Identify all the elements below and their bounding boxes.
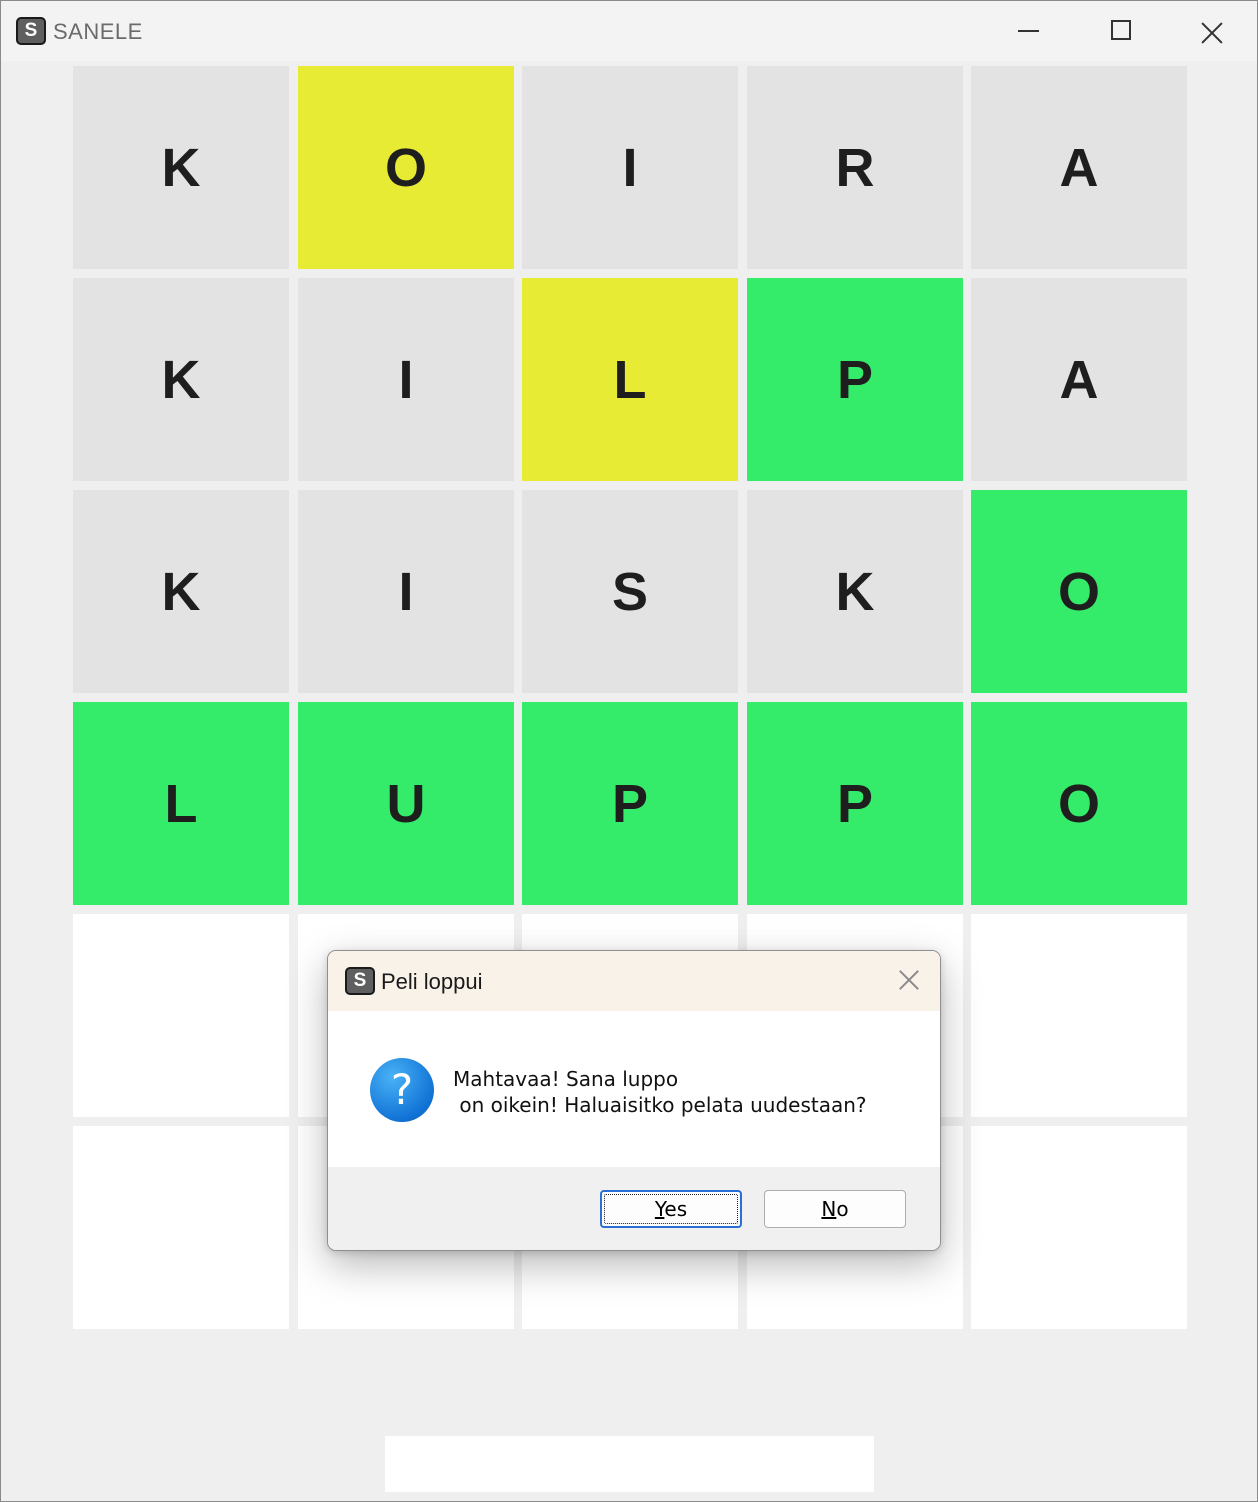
letter-tile: P [747,278,963,481]
letter-tile: U [298,702,514,905]
letter-tile: K [73,490,289,693]
letter-tile: K [73,278,289,481]
letter-tile [971,1126,1187,1329]
letter-tile: I [522,66,738,269]
maximize-icon [1111,20,1131,40]
letter-tile [971,914,1187,1117]
question-icon: ? [370,1058,434,1122]
letter-tile: A [971,278,1187,481]
letter-tile: P [522,702,738,905]
dialog-button-bar: Yes No [328,1167,940,1250]
letter-tile: I [298,490,514,693]
letter-tile: O [298,66,514,269]
close-button[interactable] [1189,11,1235,51]
letter-tile: O [971,490,1187,693]
dialog-title-bar[interactable]: S Peli loppui [328,951,940,1011]
minimize-button[interactable] [1005,11,1051,51]
maximize-button[interactable] [1097,11,1143,51]
dialog-title: Peli loppui [381,969,483,994]
app-icon: S [16,17,46,45]
letter-tile: R [747,66,963,269]
letter-tile: L [73,702,289,905]
no-label-rest: o [836,1197,849,1221]
minimize-icon [1018,30,1039,32]
no-mnemonic: N [821,1197,837,1221]
letter-tile: P [747,702,963,905]
game-over-dialog: S Peli loppui ? Mahtavaa! Sana luppo on … [327,950,941,1251]
window-title: SANELE [53,19,143,44]
game-window: S SANELE KOIRAKILPAKISKOLUPPO [0,0,1258,1502]
letter-tile [73,914,289,1117]
letter-tile [73,1126,289,1329]
letter-tile: L [522,278,738,481]
dialog-message: Mahtavaa! Sana luppo on oikein! Haluaisi… [453,1067,867,1117]
letter-tile: K [747,490,963,693]
letter-tile: I [298,278,514,481]
letter-tile: A [971,66,1187,269]
letter-tile: O [971,702,1187,905]
dialog-close-button[interactable] [894,965,924,995]
letter-tile: S [522,490,738,693]
dialog-app-icon: S [345,967,375,995]
letter-tile: K [73,66,289,269]
yes-button[interactable]: Yes [600,1190,742,1228]
title-bar[interactable]: S SANELE [1,1,1257,61]
no-button[interactable]: No [764,1190,906,1228]
guess-input-field[interactable] [385,1436,874,1492]
